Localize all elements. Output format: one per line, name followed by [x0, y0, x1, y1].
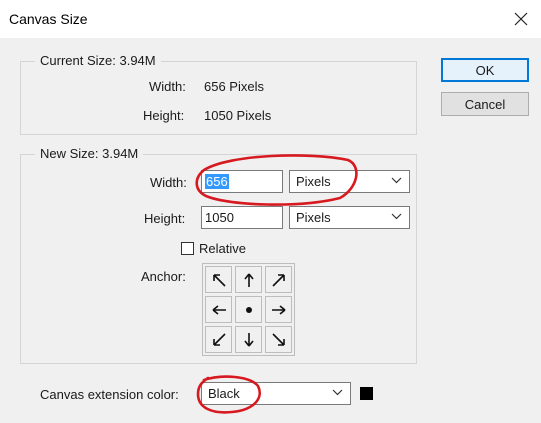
- anchor-bottom[interactable]: [235, 326, 262, 353]
- current-height-label: Height:: [143, 108, 185, 123]
- anchor-grid: [202, 263, 295, 356]
- arrow-left-icon: [212, 304, 226, 315]
- new-height-value: 1050: [205, 210, 234, 225]
- new-height-input[interactable]: 1050: [201, 206, 283, 229]
- anchor-right[interactable]: [265, 296, 292, 323]
- anchor-center[interactable]: [235, 296, 262, 323]
- width-unit-value: Pixels: [296, 174, 331, 189]
- extension-color-swatch[interactable]: [360, 387, 373, 400]
- current-size-legend: Current Size: 3.94M: [35, 53, 161, 68]
- ok-button[interactable]: OK: [441, 58, 529, 82]
- arrow-down-right-icon: [271, 332, 285, 346]
- arrow-right-icon: [271, 304, 285, 315]
- height-unit-select[interactable]: Pixels: [289, 206, 410, 229]
- extension-color-label: Canvas extension color:: [40, 387, 179, 402]
- new-height-label: Height:: [144, 211, 186, 226]
- new-width-label: Width:: [150, 175, 187, 190]
- current-size-group: Current Size: 3.94M: [20, 53, 417, 135]
- anchor-bottom-left[interactable]: [205, 326, 232, 353]
- current-width-label: Width:: [149, 79, 186, 94]
- anchor-left[interactable]: [205, 296, 232, 323]
- anchor-top-right[interactable]: [265, 266, 292, 293]
- anchor-bottom-right[interactable]: [265, 326, 292, 353]
- ok-button-label: OK: [475, 62, 495, 78]
- arrow-up-left-icon: [212, 273, 226, 287]
- arrow-up-right-icon: [271, 273, 285, 287]
- cancel-button-label: Cancel: [464, 96, 506, 112]
- canvas-size-dialog: Canvas Size Current Size: 3.94M Width: 6…: [0, 0, 541, 423]
- new-width-value: 656: [205, 174, 229, 189]
- new-width-input[interactable]: 656: [201, 170, 283, 193]
- arrow-up-icon: [243, 273, 254, 287]
- close-icon: [514, 12, 528, 26]
- chevron-down-icon: [391, 177, 402, 184]
- anchor-label: Anchor:: [141, 269, 186, 284]
- window-title: Canvas Size: [9, 11, 88, 27]
- height-unit-value: Pixels: [296, 210, 331, 225]
- new-size-legend: New Size: 3.94M: [35, 146, 144, 161]
- current-height-value: 1050 Pixels: [204, 108, 272, 123]
- width-unit-select[interactable]: Pixels: [289, 170, 410, 193]
- current-width-value: 656 Pixels: [204, 79, 264, 94]
- chevron-down-icon: [332, 389, 343, 396]
- title-bar: Canvas Size: [0, 0, 541, 38]
- relative-checkbox[interactable]: [181, 242, 194, 255]
- arrow-down-icon: [243, 332, 254, 346]
- relative-label: Relative: [199, 241, 246, 256]
- arrow-down-left-icon: [212, 332, 226, 346]
- anchor-top-left[interactable]: [205, 266, 232, 293]
- cancel-button[interactable]: Cancel: [441, 92, 529, 116]
- anchor-top[interactable]: [235, 266, 262, 293]
- close-button[interactable]: [507, 5, 535, 33]
- anchor-center-dot-icon: [245, 306, 252, 313]
- extension-color-value: Black: [208, 386, 240, 401]
- chevron-down-icon: [391, 213, 402, 220]
- extension-color-select[interactable]: Black: [201, 382, 351, 405]
